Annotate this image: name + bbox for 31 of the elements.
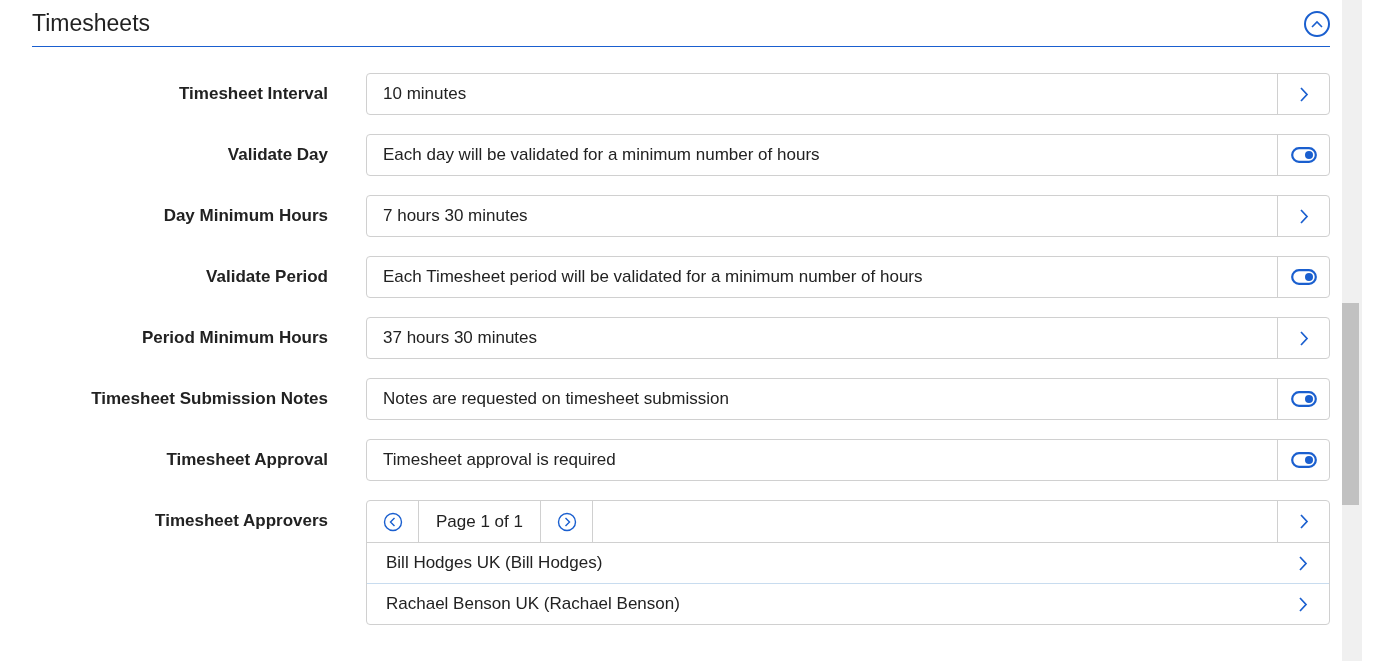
scrollbar[interactable] [1342, 0, 1362, 661]
setting-label: Validate Period [205, 266, 328, 288]
setting-label: Day Minimum Hours [162, 205, 328, 227]
setting-value: 37 hours 30 minutes [382, 328, 539, 348]
setting-value: Each day will be validated for a minimum number of hours [382, 145, 821, 165]
chevron-right-icon [1298, 554, 1308, 572]
scrollbar-thumb[interactable] [1342, 303, 1359, 505]
chevron-up-icon [1311, 19, 1323, 28]
chevron-right-icon [1298, 595, 1308, 613]
approver-item[interactable]: Rachael Benson UK (Rachael Benson) [367, 583, 1329, 624]
setting-label: Timesheet Approval [165, 449, 328, 471]
setting-value: Each Timesheet period will be validated for a minimum number of hours [382, 267, 924, 287]
circle-chevron-left-icon [382, 511, 403, 532]
chevron-right-icon [1298, 329, 1309, 347]
chevron-right-icon [1298, 207, 1309, 225]
setting-label: Timesheet Submission Notes [90, 388, 328, 410]
chevron-right-icon [1298, 513, 1309, 530]
chevron-right-icon [1298, 85, 1309, 103]
setting-label: Period Minimum Hours [140, 327, 328, 349]
setting-value: 7 hours 30 minutes [382, 206, 529, 226]
setting-value: Notes are requested on timesheet submission [382, 389, 730, 409]
setting-value: Timesheet approval is required [382, 450, 617, 470]
setting-label: Validate Day [226, 144, 328, 166]
circle-chevron-right-icon [556, 511, 577, 532]
approver-item[interactable]: Bill Hodges UK (Bill Hodges) [367, 543, 1329, 583]
section-title: Timesheets [32, 10, 151, 37]
setting-label: Timesheet Approvers [154, 510, 328, 532]
page-indicator: Page 1 of 1 [419, 501, 541, 542]
setting-value: 10 minutes [382, 84, 468, 104]
setting-label: Timesheet Interval [178, 83, 328, 105]
collapse-button[interactable] [1304, 10, 1330, 37]
